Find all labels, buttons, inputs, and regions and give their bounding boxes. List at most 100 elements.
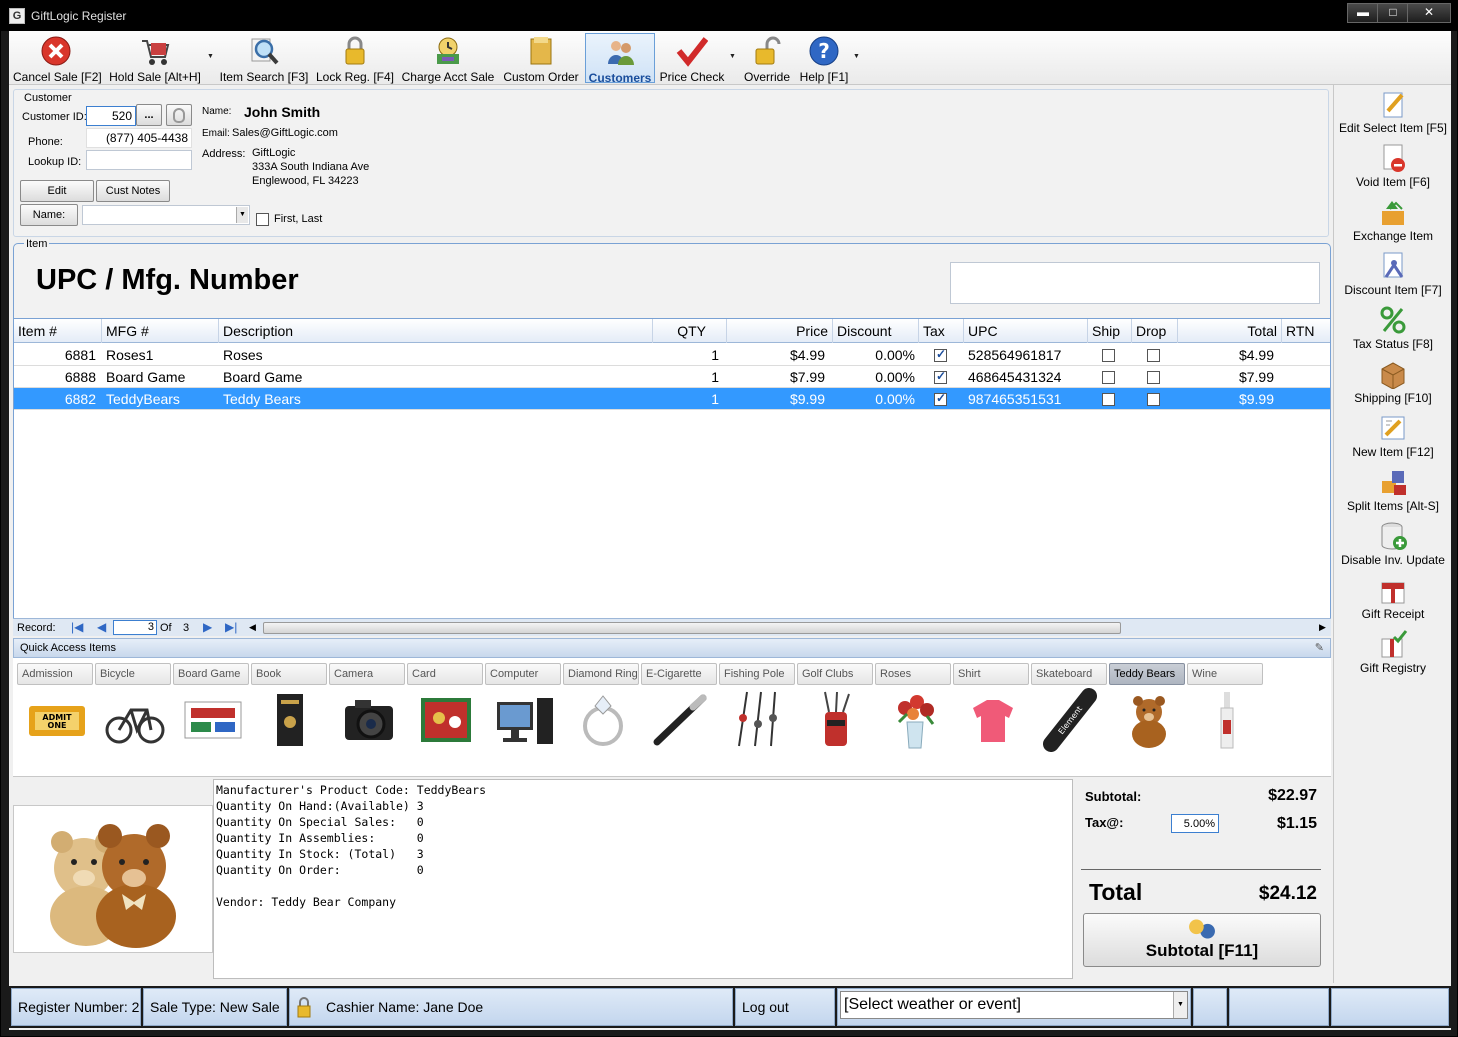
- tax-rate-field[interactable]: 5.00%: [1171, 814, 1219, 833]
- item-search-button[interactable]: Item Search [F3]: [219, 33, 309, 84]
- horizontal-scrollbar[interactable]: [263, 622, 1121, 634]
- weather-event-select[interactable]: [Select weather or event] ▼: [840, 991, 1188, 1019]
- charge-account-sale-button[interactable]: Charge Acct Sale: [401, 33, 495, 84]
- ship-checkbox[interactable]: [1102, 393, 1115, 406]
- quick-access-image[interactable]: [805, 688, 869, 752]
- quick-access-image[interactable]: [571, 688, 635, 752]
- new-item-button[interactable]: New Item [F12]: [1334, 413, 1452, 467]
- last-record-icon[interactable]: ▶|: [225, 620, 237, 634]
- table-row[interactable]: 6881 Roses1 Roses 1 $4.99 0.00% 528564961817 $4…: [14, 344, 1330, 366]
- quick-access-tab[interactable]: Camera: [329, 663, 405, 685]
- ship-checkbox[interactable]: [1102, 371, 1115, 384]
- lock-register-button[interactable]: Lock Reg. [F4]: [315, 33, 395, 84]
- first-record-icon[interactable]: |◀: [71, 620, 83, 634]
- quick-access-tab[interactable]: Bicycle: [95, 663, 171, 685]
- quick-access-tab[interactable]: Fishing Pole: [719, 663, 795, 685]
- drop-checkbox[interactable]: [1147, 349, 1160, 362]
- quick-access-tab[interactable]: Golf Clubs: [797, 663, 873, 685]
- customer-id-field[interactable]: 520: [86, 106, 136, 126]
- col-header-total[interactable]: Total: [1178, 319, 1282, 343]
- upc-input[interactable]: [950, 262, 1320, 304]
- record-input[interactable]: 3: [113, 620, 157, 635]
- pin-icon[interactable]: ✎: [1315, 639, 1324, 657]
- col-header-price[interactable]: Price: [727, 319, 833, 343]
- quick-access-image[interactable]: [883, 688, 947, 752]
- quick-access-image[interactable]: [415, 688, 479, 752]
- shipping-button[interactable]: Shipping [F10]: [1334, 359, 1452, 413]
- maximize-button[interactable]: □: [1377, 3, 1409, 23]
- quick-access-tab[interactable]: Diamond Ring: [563, 663, 639, 685]
- next-record-icon[interactable]: ▶: [203, 620, 212, 634]
- quick-access-image[interactable]: [961, 688, 1025, 752]
- col-header-upc[interactable]: UPC: [964, 319, 1088, 343]
- gift-receipt-button[interactable]: Gift Receipt: [1334, 575, 1452, 629]
- edit-customer-button[interactable]: Edit: [20, 180, 94, 202]
- disable-inv-update-button[interactable]: Disable Inv. Update: [1334, 521, 1452, 575]
- drop-checkbox[interactable]: [1147, 393, 1160, 406]
- subtotal-button[interactable]: Subtotal [F11]: [1083, 913, 1321, 967]
- name-search-button[interactable]: Name:: [20, 204, 78, 226]
- col-header-mfg[interactable]: MFG #: [102, 319, 219, 343]
- gift-registry-button[interactable]: Gift Registry: [1334, 629, 1452, 683]
- quick-access-image[interactable]: [727, 688, 791, 752]
- prev-record-icon[interactable]: ◀: [97, 620, 106, 634]
- col-header-qty[interactable]: QTY: [653, 319, 727, 343]
- col-header-description[interactable]: Description: [219, 319, 653, 343]
- tax-checkbox[interactable]: [934, 391, 947, 406]
- customers-button[interactable]: Customers: [585, 33, 655, 85]
- quick-access-tab[interactable]: Card: [407, 663, 483, 685]
- price-check-button[interactable]: Price Check: [657, 33, 727, 84]
- col-header-ship[interactable]: Ship: [1088, 319, 1132, 343]
- name-dropdown-arrow-icon[interactable]: ▼: [236, 207, 248, 223]
- col-header-rtn[interactable]: RTN: [1282, 319, 1330, 343]
- quick-access-tab[interactable]: E-Cigarette: [641, 663, 717, 685]
- customer-notes-button[interactable]: Cust Notes: [96, 180, 170, 202]
- scroll-left-icon[interactable]: ◀: [249, 622, 256, 633]
- quick-access-image[interactable]: ADMIT ONE: [25, 688, 89, 752]
- cancel-sale-button[interactable]: Cancel Sale [F2]: [13, 33, 102, 84]
- quick-access-image[interactable]: [1117, 688, 1181, 752]
- edit-select-item-button[interactable]: Edit Select Item [F5]: [1334, 89, 1452, 143]
- col-header-tax[interactable]: Tax: [919, 319, 964, 343]
- discount-item-button[interactable]: Discount Item [F7]: [1334, 251, 1452, 305]
- exchange-item-button[interactable]: Exchange Item: [1334, 197, 1452, 251]
- help-dropdown-icon[interactable]: ▼: [853, 53, 860, 60]
- name-dropdown[interactable]: [82, 205, 250, 225]
- close-window-button[interactable]: ✕: [1407, 3, 1451, 23]
- quick-access-tab[interactable]: Board Game: [173, 663, 249, 685]
- logout-button[interactable]: Log out: [735, 988, 835, 1026]
- fingerprint-button[interactable]: [166, 104, 192, 126]
- quick-access-image[interactable]: Element: [1039, 688, 1103, 752]
- quick-access-image[interactable]: [181, 688, 245, 752]
- tax-checkbox[interactable]: [934, 369, 947, 384]
- quick-access-image[interactable]: [1195, 688, 1259, 752]
- quick-access-image[interactable]: [259, 688, 323, 752]
- drop-checkbox[interactable]: [1147, 371, 1160, 384]
- lookup-id-field[interactable]: [86, 150, 192, 170]
- split-items-button[interactable]: Split Items [Alt-S]: [1334, 467, 1452, 521]
- tax-status-button[interactable]: Tax Status [F8]: [1334, 305, 1452, 359]
- quick-access-tab[interactable]: Wine: [1187, 663, 1263, 685]
- weather-dropdown-arrow-icon[interactable]: ▼: [1173, 992, 1187, 1018]
- void-item-button[interactable]: Void Item [F6]: [1334, 143, 1452, 197]
- quick-access-image[interactable]: [337, 688, 401, 752]
- ship-checkbox[interactable]: [1102, 349, 1115, 362]
- col-header-item[interactable]: Item #: [14, 319, 102, 343]
- quick-access-tab[interactable]: Teddy Bears: [1109, 663, 1185, 685]
- table-row[interactable]: 6882 TeddyBears Teddy Bears 1 $9.99 0.00% 9874…: [14, 388, 1330, 410]
- table-row[interactable]: 6888 Board Game Board Game 1 $7.99 0.00% 46864…: [14, 366, 1330, 388]
- override-button[interactable]: Override: [741, 33, 793, 84]
- minimize-button[interactable]: ▬: [1347, 3, 1379, 23]
- quick-access-tab[interactable]: Book: [251, 663, 327, 685]
- hold-sale-dropdown-icon[interactable]: ▼: [207, 53, 214, 60]
- custom-order-button[interactable]: Custom Order: [501, 33, 581, 84]
- first-last-checkbox[interactable]: [256, 213, 269, 226]
- col-header-drop[interactable]: Drop: [1132, 319, 1178, 343]
- quick-access-tab[interactable]: Roses: [875, 663, 951, 685]
- tax-checkbox[interactable]: [934, 347, 947, 362]
- quick-access-tab[interactable]: Computer: [485, 663, 561, 685]
- price-check-dropdown-icon[interactable]: ▼: [729, 53, 736, 60]
- hold-sale-button[interactable]: Hold Sale [Alt+H]: [105, 33, 205, 84]
- quick-access-image[interactable]: [493, 688, 557, 752]
- scroll-right-icon[interactable]: ▶: [1319, 622, 1326, 633]
